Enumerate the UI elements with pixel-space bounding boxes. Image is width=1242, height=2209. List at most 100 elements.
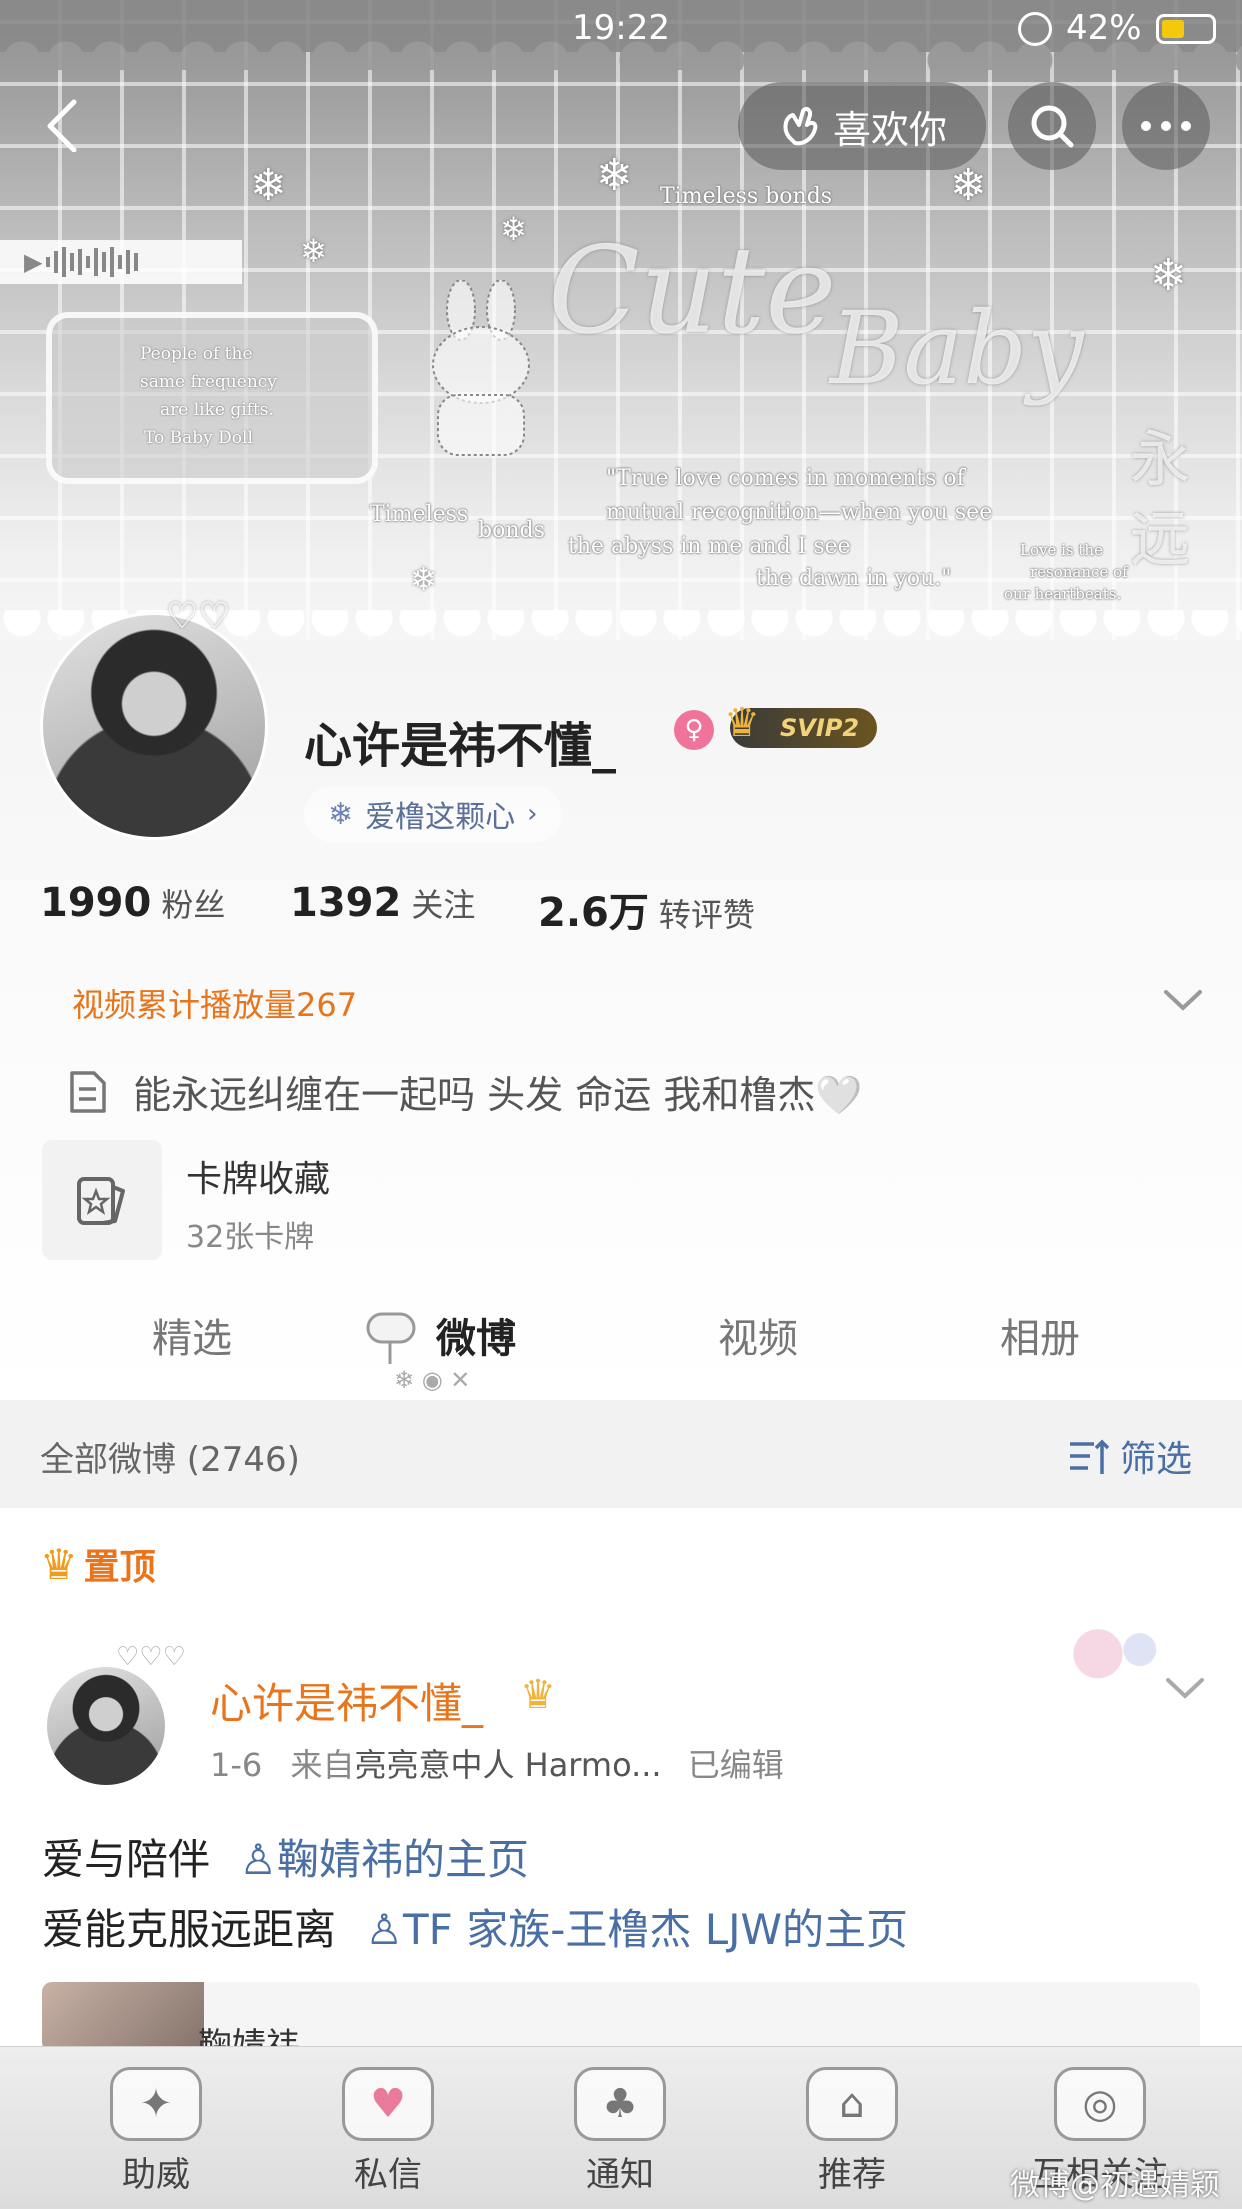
battery-percent: 42% [1066,8,1142,48]
filter-button[interactable]: 筛选 [1066,1430,1192,1482]
side-glyph: 永远 [1130,425,1190,575]
followers-label: 粉丝 [161,886,226,924]
post-line-1-link[interactable]: 鞠婧祎的主页 [277,1835,529,1884]
message-icon: ♥ [342,2067,434,2141]
chevron-down-icon [1164,990,1202,1011]
snowflake-icon: ❄ [300,232,327,270]
snowflake-icon: ❄ [1150,250,1187,301]
card-collection-title[interactable]: 卡牌收藏 [186,1150,330,1202]
more-dots-icon [1141,121,1191,131]
post-line-2-text: 爱能克服远距离 [42,1905,337,1954]
tab-albums[interactable]: 相册 [1000,1306,1080,1364]
hand-heart-icon [783,106,818,146]
pinned-tag: ♛ 置顶 [40,1538,156,1590]
snowflake-icon: ❄ [596,150,633,201]
side-line-3: our heartbeats. [1004,585,1122,603]
fan-group-label: 爱橹这颗心 [365,800,516,835]
following-count: 1392 [290,880,402,926]
user-icon: ♙ [365,1905,404,1954]
snowflake-icon: ❄ [250,160,287,211]
like-you-button[interactable]: 喜欢你 [738,82,986,170]
watermark: 微博@初遇婧颖 [1010,2168,1220,2203]
card-star-icon [77,1177,125,1225]
nav-notifications[interactable]: ♣ 通知 [540,2067,700,2196]
battery-icon [1156,14,1216,44]
bell-icon: ♣ [574,2067,666,2141]
search-icon [1031,105,1074,148]
banner-note-card: People of the same frequency are like gi… [46,312,378,484]
followers-count: 1990 [40,880,152,926]
timeless-left-2: bonds [478,518,545,543]
post-author-avatar[interactable] [44,1664,168,1788]
post-from: 来自 [290,1746,355,1784]
timeless-left-1: Timeless [370,502,469,527]
status-time: 19:22 [572,8,670,48]
nav-notifications-label: 通知 [586,2155,654,2195]
chevron-right-icon: › [527,799,538,829]
like-you-label: 喜欢你 [832,107,947,152]
filter-icon [1070,1439,1110,1474]
nav-cheer-label: 助威 [122,2155,190,2195]
filter-label: 筛选 [1120,1439,1193,1480]
mailbox-icon [362,1306,422,1364]
avatar-decoration-icon: ♡♡ [166,596,231,637]
snowflake-icon: ❄ [500,210,527,248]
user-icon: ♙ [239,1835,278,1884]
tab-videos[interactable]: 视频 [718,1306,798,1364]
nav-cheer[interactable]: ✦ 助威 [76,2067,236,2196]
crown-icon: ♛ [520,1672,556,1718]
nav-recommend[interactable]: ⌂ 推荐 [772,2067,932,2196]
crown-icon: ♛ [724,700,760,746]
more-button[interactable] [1122,82,1210,170]
stat-interactions[interactable]: 2.6万 转评赞 [538,880,755,938]
post-author-name[interactable]: 心许是祎不懂_ [210,1670,483,1731]
stat-following[interactable]: 1392 关注 [290,880,475,926]
bunny-illustration [432,280,530,456]
card-collection-icon[interactable] [42,1140,162,1260]
note-line-1: People of the [140,344,253,364]
nav-recommend-label: 推荐 [818,2155,886,2195]
nav-messages-label: 私信 [354,2155,422,2195]
expand-profile-button[interactable] [1160,980,1206,1024]
post-meta: 1-6 来自亮亮意中人 Harmo... 已编辑 [210,1740,784,1786]
female-icon: ♀ [674,710,714,750]
side-line-1: Love is the [1020,541,1103,559]
post-menu-button[interactable] [1162,1670,1208,1710]
bio-row: 能永远纠缠在一起吗 头发 命运 我和橹杰🤍 [68,1064,863,1119]
post-line-1-text: 爱与陪伴 [42,1835,211,1884]
tab-weibo[interactable]: 微博 [436,1306,516,1364]
avatar-decoration-icon: ♡♡♡ [116,1642,186,1672]
card-collection-subtitle: 32张卡牌 [186,1220,315,1255]
interactions-label: 转评赞 [658,896,755,934]
stat-followers[interactable]: 1990 粉丝 [40,880,225,926]
linked-page-card[interactable]: 鞠婧祎 [42,1982,1200,2052]
post-line-1: 爱与陪伴 ♙鞠婧祎的主页 [42,1826,529,1887]
snowflake-icon: ❄ [410,560,437,598]
post-line-2-link[interactable]: TF 家族-王橹杰 LJW的主页 [403,1905,908,1954]
quote-line-2: mutual recognition—when you see [606,500,993,525]
cheer-icon: ✦ [110,2067,202,2141]
house-icon: ⌂ [806,2067,898,2141]
timeless-bonds-top: Timeless bonds [660,184,833,209]
nav-messages[interactable]: ♥ 私信 [308,2067,468,2196]
side-line-2: resonance of [1030,563,1128,581]
fan-group-pill[interactable]: ❄ 爱橹这颗心 › [304,786,562,842]
all-posts-label[interactable]: 全部微博 (2746) [40,1432,300,1481]
profile-name: 心许是祎不懂_ [304,718,617,774]
back-button[interactable] [34,92,94,153]
banner-title-cute: Cute [548,222,837,361]
profile-avatar[interactable] [40,612,268,840]
note-line-2: same frequency [140,372,277,392]
svip-label: SVIP2 [780,714,860,742]
quote-line-4: the dawn in you." [756,566,952,591]
interactions-count: 2.6万 [538,890,649,936]
svip-badge[interactable]: ♛ SVIP2 [724,700,878,748]
post-line-2: 爱能克服远距离 ♙TF 家族-王橹杰 LJW的主页 [42,1896,908,1957]
snowflake-icon: ❄ [328,796,354,832]
tab-featured[interactable]: 精选 [152,1306,232,1364]
post-sticker-decoration [1054,1616,1164,1700]
crown-icon: ♛ [40,1539,78,1589]
post-edited: 已编辑 [687,1746,784,1784]
search-button[interactable] [1008,82,1096,170]
post-device[interactable]: 亮亮意中人 Harmo... [354,1746,661,1784]
